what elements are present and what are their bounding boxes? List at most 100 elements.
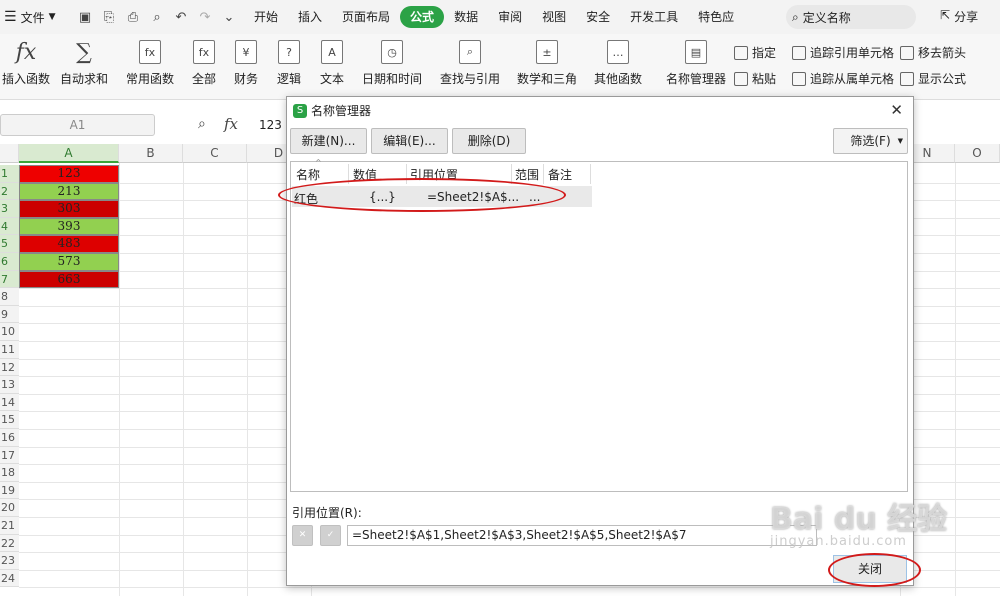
tab-developer[interactable]: 开发工具	[620, 6, 688, 28]
autosum-button[interactable]: ∑ 自动求和	[60, 40, 108, 87]
row-header[interactable]: 2	[0, 182, 19, 201]
file-menu[interactable]: ☰ 文件 ▼	[0, 9, 70, 26]
format-painter-icon[interactable]: ⎘	[100, 8, 118, 26]
row-header[interactable]: 24	[0, 569, 19, 588]
lookup-reference-button[interactable]: ⌕ 查找与引用	[440, 40, 500, 87]
formula-input[interactable]: 123	[259, 118, 282, 132]
table-cell[interactable]: 123	[19, 165, 119, 183]
close-icon[interactable]: ✕	[890, 101, 903, 119]
gridline	[119, 163, 120, 596]
row-header[interactable]: 18	[0, 464, 19, 482]
tab-data[interactable]: 数据	[444, 6, 488, 28]
show-formulas-button[interactable]: 显示公式	[900, 70, 966, 87]
trace-precedents-button[interactable]: 追踪引用单元格	[792, 44, 894, 61]
redo-icon[interactable]: ↷	[196, 8, 214, 26]
column-header[interactable]: B	[119, 144, 183, 163]
insert-function-button[interactable]: fx 插入函数	[2, 40, 50, 87]
trace-dependents-button[interactable]: 追踪从属单元格	[792, 70, 894, 87]
row-header[interactable]: 21	[0, 517, 19, 535]
header-name[interactable]: 名称	[296, 166, 320, 183]
filter-button[interactable]: 筛选(F) ▼	[833, 128, 908, 154]
ref-input[interactable]: =Sheet2!$A$1,Sheet2!$A$3,Sheet2!$A$5,She…	[347, 525, 817, 546]
tab-insert[interactable]: 插入	[288, 6, 332, 28]
math-icon: ±	[536, 40, 558, 64]
row-header[interactable]: 5	[0, 235, 19, 253]
undo-icon[interactable]: ↶	[172, 8, 190, 26]
fx-icon[interactable]: fx	[224, 115, 238, 133]
remove-arrows-button[interactable]: 移去箭头	[900, 44, 966, 61]
show-formulas-icon	[900, 71, 914, 86]
table-cell[interactable]: 303	[19, 200, 119, 218]
zoom-icon[interactable]: ⌕	[198, 116, 206, 132]
row-header[interactable]: 22	[0, 534, 19, 553]
row-header[interactable]: 23	[0, 552, 19, 570]
new-name-button[interactable]: 新建(N)...	[290, 128, 367, 154]
header-scope[interactable]: 范围	[515, 166, 539, 183]
row-header[interactable]: 13	[0, 376, 19, 394]
name-manager-button[interactable]: ▤ 名称管理器	[666, 40, 726, 87]
date-time-button[interactable]: ◷ 日期和时间	[362, 40, 422, 87]
table-cell[interactable]: 573	[19, 253, 119, 271]
name-box[interactable]: A1	[0, 114, 155, 136]
cancel-edit-icon[interactable]: ✕	[292, 525, 313, 546]
tab-page-layout[interactable]: 页面布局	[332, 6, 400, 28]
row-header[interactable]: 9	[0, 305, 19, 324]
row-header[interactable]: 6	[0, 253, 19, 271]
tab-security[interactable]: 安全	[576, 6, 620, 28]
confirm-edit-icon[interactable]: ✓	[320, 525, 341, 546]
row-header[interactable]: 1	[0, 165, 19, 183]
tab-review[interactable]: 审阅	[488, 6, 532, 28]
tab-home[interactable]: 开始	[244, 6, 288, 28]
row-header[interactable]: 11	[0, 341, 19, 359]
share-button[interactable]: ⇱ 分享	[940, 8, 978, 25]
row-header[interactable]: 7	[0, 270, 19, 289]
delete-name-button[interactable]: 删除(D)	[452, 128, 526, 154]
text-button[interactable]: A 文本	[320, 40, 344, 87]
table-cell[interactable]: 483	[19, 235, 119, 253]
row-header[interactable]: 19	[0, 481, 19, 500]
ribbon-tabs: 开始 插入 页面布局 公式 数据 审阅 视图 安全 开发工具 特色应	[244, 6, 744, 28]
row-header[interactable]: 17	[0, 446, 19, 465]
search-input[interactable]: ⌕ 定义名称	[786, 5, 916, 29]
tab-formulas[interactable]: 公式	[400, 6, 445, 28]
table-cell[interactable]: 213	[19, 182, 119, 201]
row-header[interactable]: 14	[0, 393, 19, 412]
common-functions-button[interactable]: fx 常用函数	[126, 40, 174, 87]
column-header[interactable]: O	[955, 144, 1000, 163]
clock-icon: ◷	[381, 40, 403, 64]
file-menu-label: 文件	[20, 10, 45, 25]
row-header[interactable]: 16	[0, 429, 19, 447]
tab-features[interactable]: 特色应	[688, 6, 744, 28]
row-header[interactable]: 10	[0, 323, 19, 341]
financial-button[interactable]: ¥ 财务	[234, 40, 258, 87]
row-header[interactable]: 15	[0, 411, 19, 429]
header-comment[interactable]: 备注	[548, 166, 572, 183]
all-functions-button[interactable]: fx 全部	[192, 40, 216, 87]
trace-precedents-label: 追踪引用单元格	[810, 46, 895, 60]
table-cell[interactable]: 663	[19, 270, 119, 289]
select-all-corner[interactable]	[0, 144, 19, 163]
math-trig-button[interactable]: ± 数学和三角	[517, 40, 577, 87]
logical-button[interactable]: ? 逻辑	[277, 40, 301, 87]
fx-icon: fx	[15, 39, 37, 65]
column-header[interactable]: A	[19, 144, 119, 163]
table-cell[interactable]: 393	[19, 217, 119, 236]
row-header[interactable]: 3	[0, 200, 19, 218]
save-icon[interactable]: ▣	[76, 8, 94, 26]
date-time-label: 日期和时间	[362, 72, 423, 86]
print-preview-icon[interactable]: ⌕	[148, 8, 166, 26]
tab-view[interactable]: 视图	[532, 6, 576, 28]
more-functions-button[interactable]: … 其他函数	[594, 40, 642, 87]
specify-button[interactable]: 指定	[734, 44, 776, 61]
common-functions-label: 常用函数	[126, 72, 175, 86]
row-header[interactable]: 4	[0, 217, 19, 236]
print-icon[interactable]: ⎙	[124, 8, 142, 26]
row-header[interactable]: 20	[0, 499, 19, 517]
column-header[interactable]: C	[183, 144, 247, 163]
customize-icon[interactable]: ⌄	[220, 8, 238, 26]
row-header[interactable]: 12	[0, 358, 19, 377]
paste-button[interactable]: 粘贴	[734, 70, 776, 87]
row-header[interactable]: 8	[0, 288, 19, 306]
edit-name-button[interactable]: 编辑(E)...	[371, 128, 448, 154]
lookup-icon: ⌕	[459, 40, 481, 64]
